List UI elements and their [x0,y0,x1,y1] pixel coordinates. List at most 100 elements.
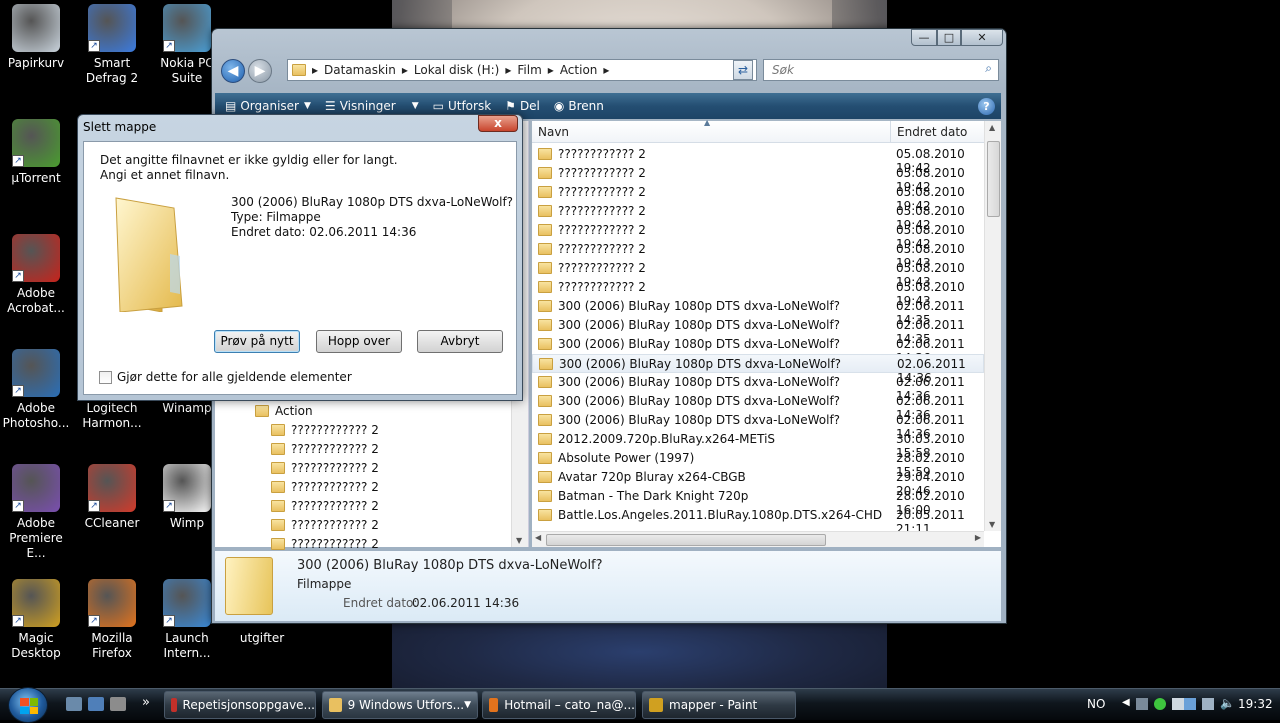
file-row[interactable]: 300 (2006) BluRay 1080p DTS dxva-LoNeWol… [532,316,984,346]
scrollbar-thumb[interactable] [987,141,1000,217]
breadcrumb-film[interactable]: Film [517,63,541,77]
file-row[interactable]: ???????????? 2 05.08.2010 19:42 [532,145,984,175]
switch-windows-icon[interactable] [88,697,104,711]
file-row[interactable]: 300 (2006) BluRay 1080p DTS dxva-LoNeWol… [532,354,984,385]
file-row[interactable]: ???????????? 2 05.08.2010 19:43 [532,240,984,270]
maximize-button[interactable]: □ [937,29,961,46]
column-name[interactable]: Navn [538,125,569,139]
tree-item[interactable]: ???????????? 2 [271,477,379,496]
desktop-icon[interactable]: ↗ Magic Desktop [0,579,72,661]
show-desktop-icon[interactable] [66,697,82,711]
desktop-icon[interactable]: ↗ Smart Defrag 2 [76,4,148,86]
desktop-icon[interactable]: ↗ Adobe Photosho... [0,349,72,431]
desktop-icon[interactable]: ↗ CCleaner [76,464,148,531]
cancel-button[interactable]: Avbryt [417,330,503,353]
scroll-left-icon[interactable]: ◀ [535,533,541,542]
dialog-close-button[interactable]: x [478,115,518,132]
folder-icon [538,433,552,445]
breadcrumb-arrow-icon[interactable]: ▸ [505,63,511,77]
desktop-icon-label: µTorrent [11,171,61,185]
views-button[interactable]: ☰ Visninger ▼ [325,99,419,113]
tree-item[interactable]: ???????????? 2 [271,496,379,515]
close-button[interactable]: ✕ [961,29,1003,46]
file-row[interactable]: ???????????? 2 05.08.2010 19:43 [532,278,984,308]
shortcut-arrow-icon: ↗ [88,615,100,627]
file-row[interactable]: ???????????? 2 05.08.2010 19:42 [532,183,984,213]
explore-button[interactable]: ▭ Utforsk [433,99,492,113]
tree-item[interactable]: ???????????? 2 [271,420,379,439]
file-row[interactable]: 2012.2009.720p.BluRay.x264-METiS 30.03.20… [532,430,984,460]
file-row[interactable]: ???????????? 2 05.08.2010 19:42 [532,221,984,251]
desktop-icon[interactable]: ↗ Adobe Premiere E... [0,464,72,561]
taskbar-button[interactable]: mapper - Paint [642,691,796,719]
clock[interactable]: 19:32 [1238,697,1273,711]
taskbar-button[interactable]: Hotmail – cato_na@... [482,691,636,719]
tray-app-icon[interactable] [1172,698,1184,710]
breadcrumb-datamaskin[interactable]: Datamaskin [324,63,396,77]
quicklaunch-app-icon[interactable] [110,697,126,711]
file-row[interactable]: Batman - The Dark Knight 720p 28.02.2010 … [532,487,984,517]
start-button[interactable] [8,687,48,723]
tree-item[interactable]: ???????????? 2 [271,515,379,534]
file-row[interactable]: 300 (2006) BluRay 1080p DTS dxva-LoNeWol… [532,297,984,327]
file-row[interactable]: ???????????? 2 05.08.2010 19:43 [532,259,984,289]
back-button[interactable]: ◀ [221,59,245,83]
volume-icon[interactable]: 🔈 [1220,696,1235,710]
desktop-icon[interactable]: ↗ Mozilla Firefox [76,579,148,661]
file-list-vscrollbar[interactable]: ▲ ▼ [984,121,1001,531]
tree-item-action[interactable]: Action [255,401,313,420]
file-row[interactable]: 300 (2006) BluRay 1080p DTS dxva-LoNeWol… [532,411,984,441]
file-row[interactable]: ???????????? 2 05.08.2010 19:42 [532,202,984,232]
refresh-icon[interactable]: ⇄ [733,60,753,80]
shortcut-arrow-icon: ↗ [12,500,24,512]
retry-button[interactable]: Prøv på nytt [214,330,300,353]
breadcrumb-arrow-icon[interactable]: ▸ [603,63,609,77]
file-row[interactable]: Avatar 720p Bluray x264-CBGB 29.04.2010 2… [532,468,984,498]
help-icon[interactable]: ? [978,97,995,115]
desktop-icon[interactable]: Papirkurv [0,4,72,71]
tree-item[interactable]: ???????????? 2 [271,458,379,477]
burn-button[interactable]: ◉ Brenn [554,99,604,113]
checkbox-box[interactable] [99,370,112,384]
share-button[interactable]: ⚑ Del [505,99,540,113]
file-row[interactable]: ???????????? 2 05.08.2010 19:42 [532,164,984,194]
tray-expand-icon[interactable]: ◀ [1122,697,1130,708]
breadcrumb-arrow-icon[interactable]: ▸ [402,63,408,77]
breadcrumb-lokal-disk[interactable]: Lokal disk (H:) [414,63,499,77]
address-arrow-icon[interactable]: ▸ [312,63,318,77]
column-date[interactable]: Endret dato [890,121,973,143]
file-row[interactable]: 300 (2006) BluRay 1080p DTS dxva-LoNeWol… [532,392,984,422]
file-row[interactable]: 300 (2006) BluRay 1080p DTS dxva-LoNeWol… [532,335,984,365]
apply-to-all-checkbox[interactable]: Gjør dette for alle gjeldende elementer [99,370,352,384]
taskbar-button[interactable]: 9 Windows Utfors... ▼ [322,691,478,719]
desktop-icon[interactable]: ↗ µTorrent [0,119,72,186]
address-bar[interactable]: ▸ Datamaskin ▸ Lokal disk (H:) ▸ Film ▸ Act… [287,59,757,81]
file-row[interactable]: Absolute Power (1997) 28.02.2010 15:59 [532,449,984,479]
search-input[interactable]: Søk ⌕ [763,59,999,81]
search-icon[interactable]: ⌕ [985,61,992,76]
quicklaunch-overflow-icon[interactable]: » [142,695,150,710]
tree-item[interactable]: ???????????? 2 [271,439,379,458]
taskbar-button[interactable]: Repetisjonsoppgave... [164,691,316,719]
minimize-button[interactable]: — [911,29,937,46]
language-indicator[interactable]: NO [1087,697,1105,711]
file-row[interactable]: 300 (2006) BluRay 1080p DTS dxva-LoNeWol… [532,373,984,403]
scroll-down-icon[interactable]: ▼ [516,536,522,545]
scroll-up-icon[interactable]: ▲ [989,123,995,132]
hscrollbar-thumb[interactable] [546,534,826,546]
forward-button[interactable]: ▶ [248,59,272,83]
breadcrumb-arrow-icon[interactable]: ▸ [548,63,554,77]
organize-button[interactable]: ▤ Organiser ▼ [225,99,311,113]
scroll-down-icon[interactable]: ▼ [989,520,995,529]
chevron-down-icon[interactable]: ▼ [464,700,471,710]
status-green-icon[interactable] [1154,698,1166,710]
skip-button[interactable]: Hopp over [316,330,402,353]
file-list-hscrollbar[interactable]: ◀ ▶ [532,531,984,547]
scroll-right-icon[interactable]: ▶ [975,533,981,542]
tray-app-icon[interactable] [1202,698,1214,710]
network-icon[interactable] [1136,698,1148,710]
desktop-icon[interactable]: ↗ Adobe Acrobat... [0,234,72,316]
tray-app-icon[interactable] [1184,698,1196,710]
file-row[interactable]: Battle.Los.Angeles.2011.BluRay.1080p.DTS… [532,506,984,536]
breadcrumb-action[interactable]: Action [560,63,598,77]
